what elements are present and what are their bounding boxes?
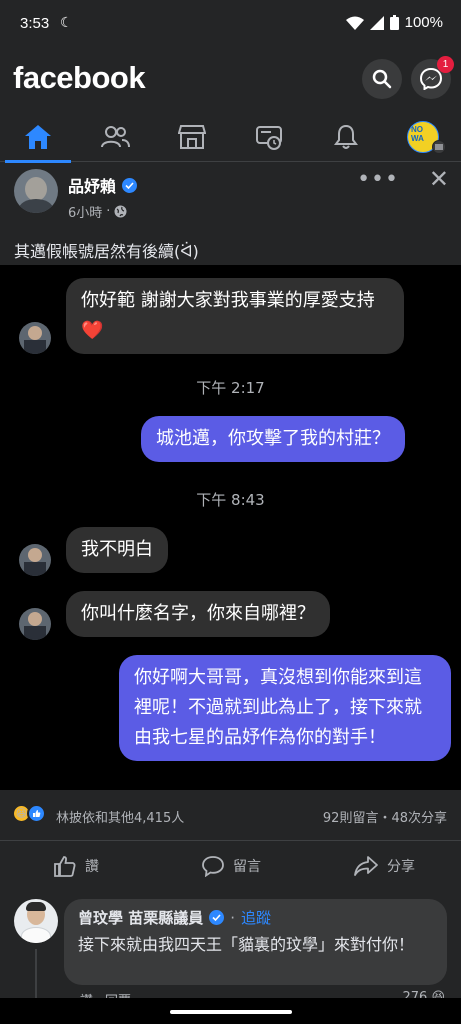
battery-level: 100% (404, 14, 443, 31)
search-button[interactable] (362, 59, 402, 99)
comment-share-stats[interactable]: 92則留言・48次分享 (323, 807, 447, 826)
more-options-icon[interactable]: ••• (357, 167, 399, 192)
commenter-avatar[interactable] (14, 899, 58, 943)
battery-icon (389, 15, 399, 30)
friends-icon (101, 126, 130, 148)
tab-marketplace[interactable] (157, 112, 227, 162)
follow-link[interactable]: 追蹤 (241, 907, 271, 928)
commenter-header: 曾玟學 苗栗縣議員 · 追蹤 (78, 907, 433, 928)
like-label: 讚 (85, 859, 99, 875)
tab-menu[interactable]: NO WA (388, 112, 458, 162)
tab-watch[interactable] (234, 112, 304, 162)
commenter-name[interactable]: 曾玟學 苗栗縣議員 (78, 907, 203, 928)
post-author[interactable]: 品妤賴 (68, 173, 138, 197)
author-avatar[interactable] (14, 169, 58, 213)
chat-avatar (19, 322, 51, 354)
chat-timestamp: 下午 8:43 (196, 491, 265, 509)
thumbs-up-icon (54, 856, 76, 877)
author-name[interactable]: 品妤賴 (68, 173, 116, 197)
comment-label: 留言 (233, 859, 261, 875)
tab-friends[interactable] (80, 112, 150, 162)
tab-notifications[interactable] (311, 112, 381, 162)
post-text: 其邁假帳號居然有後續(ᐛ) (14, 242, 199, 261)
chat-bubble-outgoing: 你好啊大哥哥，真沒想到你能來到這裡呢！不過就到此為止了，接下來就由我七星的品妤作… (119, 655, 451, 761)
status-indicators: 100% (345, 14, 443, 31)
chat-bubble-incoming: 你好範 謝謝大家對我事業的厚愛支持 ❤️ (66, 278, 404, 354)
reaction-icons: 😆 (12, 804, 46, 823)
wifi-icon (345, 16, 364, 30)
post-header: 品妤賴 6小時 · ••• ✕ (0, 163, 461, 233)
close-icon[interactable]: ✕ (429, 165, 449, 193)
messenger-icon (420, 68, 442, 90)
follow-separator: · (230, 908, 236, 927)
status-time: 3:53 (20, 15, 50, 32)
facebook-logo[interactable]: facebook (13, 60, 146, 96)
search-icon (372, 69, 392, 89)
verified-icon (122, 177, 138, 193)
status-bar: 3:53 ☾ 100% (0, 0, 461, 50)
home-indicator[interactable] (170, 1010, 292, 1014)
meta-separator: · (106, 204, 111, 219)
share-button[interactable]: 分享 (353, 841, 415, 891)
watch-icon (256, 126, 282, 150)
comment-icon (202, 856, 224, 877)
chat-timestamp: 下午 2:17 (196, 379, 265, 397)
action-row: 讚 留言 分享 (0, 840, 461, 890)
chat-bubble-outgoing: 城池邁，你攻擊了我的村莊？ (141, 416, 405, 462)
share-label: 分享 (387, 859, 415, 875)
like-button[interactable]: 讚 (53, 841, 99, 891)
post-meta: 6小時 · (68, 202, 127, 221)
reactions-bar[interactable]: 😆 林披依和其他4,415人 92則留言・48次分享 (0, 800, 461, 830)
nav-tabs: NO WA (0, 112, 461, 163)
chat-bubble-incoming: 我不明白 (66, 527, 168, 573)
post-time[interactable]: 6小時 (68, 202, 102, 221)
reaction-summary[interactable]: 林披依和其他4,415人 (56, 807, 184, 826)
post-image[interactable]: 你好範 謝謝大家對我事業的厚愛支持 ❤️ 下午 2:17 城池邁，你攻擊了我的村… (0, 265, 461, 790)
globe-icon (114, 205, 127, 218)
bell-icon (334, 124, 358, 149)
messenger-badge: 1 (437, 56, 454, 73)
gesture-bar (0, 998, 461, 1024)
share-icon (354, 856, 378, 876)
chat-avatar (19, 608, 51, 640)
menu-icon (432, 140, 446, 154)
comment-bubble[interactable]: 曾玟學 苗栗縣議員 · 追蹤 接下來就由我四天王「貓裏的玟學」來對付你！ (64, 899, 447, 985)
dnd-moon-icon: ☾ (60, 15, 73, 31)
signal-icon (369, 15, 384, 30)
verified-icon (209, 910, 225, 925)
home-icon (25, 125, 51, 149)
chat-avatar (19, 544, 51, 576)
chat-bubble-incoming: 你叫什麼名字，你來自哪裡？ (66, 591, 330, 637)
marketplace-icon (178, 125, 206, 149)
app-header: facebook 1 (0, 50, 461, 112)
comment-button[interactable]: 留言 (201, 841, 261, 891)
messenger-button[interactable]: 1 (411, 56, 454, 99)
like-icon (27, 804, 46, 823)
comment-text: 接下來就由我四天王「貓裏的玟學」來對付你！ (78, 935, 415, 954)
tab-home[interactable] (3, 112, 73, 163)
